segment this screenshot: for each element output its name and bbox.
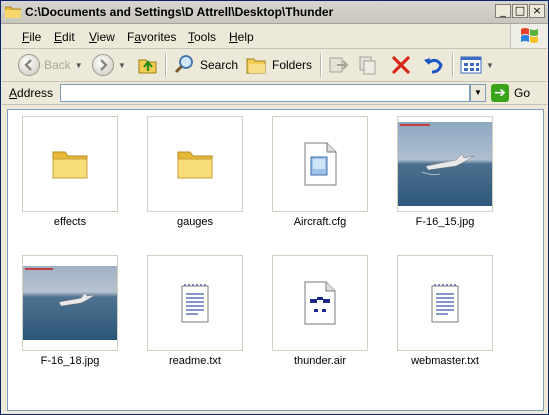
up-folder-button[interactable] [137, 53, 159, 77]
menu-file[interactable]: File [22, 30, 41, 44]
maximize-button[interactable]: □ [512, 4, 528, 18]
file-item[interactable]: thunder.air [260, 255, 380, 385]
go-label: Go [514, 86, 531, 100]
undo-button[interactable] [422, 53, 444, 77]
file-item[interactable]: effects [10, 116, 130, 246]
file-name: F-16_18.jpg [40, 355, 100, 367]
menu-help[interactable]: Help [229, 30, 254, 44]
thumbnail [22, 255, 118, 351]
views-button[interactable]: ▼ [460, 53, 494, 77]
file-name: F-16_15.jpg [415, 216, 475, 228]
file-item[interactable]: F-16_15.jpg [385, 116, 505, 246]
file-name: Aircraft.cfg [293, 216, 347, 228]
menu-tools[interactable]: Tools [188, 30, 216, 44]
thumbnail [147, 255, 243, 351]
folder-icon [52, 151, 88, 179]
forward-arrow-icon [92, 54, 114, 76]
close-button[interactable]: × [529, 4, 545, 18]
file-item[interactable]: webmaster.txt [385, 255, 505, 385]
copy-to-icon [359, 56, 376, 75]
move-to-button[interactable] [327, 53, 349, 77]
back-button[interactable]: Back ▼ [18, 53, 83, 77]
copy-to-button[interactable] [357, 53, 379, 77]
views-icon [460, 56, 482, 74]
file-name: gauges [176, 216, 214, 228]
address-dropdown-button[interactable]: ▼ [470, 84, 486, 102]
folder-icon [177, 151, 213, 179]
go-button[interactable]: ➔ Go [491, 83, 530, 103]
file-item[interactable]: F-16_18.jpg [10, 255, 130, 385]
search-icon [174, 55, 193, 74]
back-label: Back [44, 58, 71, 72]
folders-button[interactable]: Folders [245, 53, 312, 77]
minimize-button[interactable]: _ [495, 4, 511, 18]
explorer-window: C:\Documents and Settings\D Attrell\Desk… [0, 0, 549, 415]
forward-button[interactable]: ▼ [92, 53, 126, 77]
file-name: effects [53, 216, 87, 228]
up-folder-icon [138, 59, 157, 74]
file-name: thunder.air [294, 355, 346, 367]
address-bar: Address ▼ ➔ Go [2, 82, 547, 105]
file-view[interactable]: effects gauges Aircraft.cfg F-16_15.jpg … [7, 109, 544, 411]
menu-bar: File Edit View Favorites Tools Help [2, 24, 547, 49]
chevron-down-icon[interactable]: ▼ [486, 61, 494, 70]
chevron-down-icon: ▼ [474, 88, 482, 97]
file-item[interactable]: readme.txt [135, 255, 255, 385]
folders-label: Folders [272, 58, 313, 72]
file-name: webmaster.txt [411, 355, 479, 367]
thumbnail [22, 116, 118, 212]
unknown-file-icon [304, 281, 336, 325]
toolbar-separator [452, 53, 454, 77]
folder-icon [5, 6, 21, 18]
undo-icon [424, 58, 443, 74]
go-arrow-icon: ➔ [491, 84, 509, 102]
back-arrow-icon [18, 54, 40, 76]
search-button[interactable]: Search [173, 53, 238, 77]
file-item[interactable]: Aircraft.cfg [260, 116, 380, 246]
thumbnail [272, 116, 368, 212]
delete-button[interactable] [390, 53, 412, 77]
menu-edit[interactable]: Edit [54, 30, 75, 44]
address-label: Address [9, 86, 54, 100]
thumbnail [397, 255, 493, 351]
menu-view[interactable]: View [89, 30, 115, 44]
jet-photo-icon [23, 266, 117, 340]
search-label: Search [200, 58, 239, 72]
toolbar-separator [320, 53, 322, 77]
thumbnail [272, 255, 368, 351]
window-title: C:\Documents and Settings\D Attrell\Desk… [25, 5, 334, 19]
file-name: readme.txt [169, 355, 221, 367]
toolbar-separator [165, 53, 167, 77]
move-to-icon [329, 57, 349, 73]
file-item[interactable]: gauges [135, 116, 255, 246]
jet-photo-icon [398, 122, 492, 206]
text-file-icon [431, 284, 459, 323]
config-file-icon [304, 142, 337, 186]
address-input[interactable] [60, 84, 470, 102]
chevron-down-icon[interactable]: ▼ [118, 61, 126, 70]
folders-icon [246, 58, 266, 74]
windows-logo-icon [510, 24, 547, 48]
standard-toolbar: Back ▼ ▼ Search Folders ▼ [2, 49, 547, 82]
menu-favorites[interactable]: Favorites [127, 30, 176, 44]
thumbnail [397, 116, 493, 212]
thumbnail [147, 116, 243, 212]
text-file-icon [181, 284, 209, 323]
chevron-down-icon[interactable]: ▼ [75, 61, 83, 70]
title-bar[interactable]: C:\Documents and Settings\D Attrell\Desk… [1, 1, 548, 24]
delete-icon [392, 56, 410, 74]
